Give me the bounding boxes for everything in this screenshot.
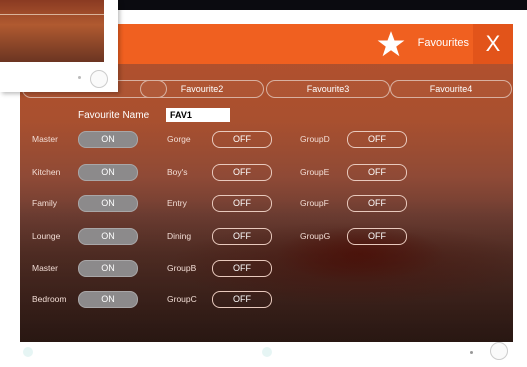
avatar-icon [90,70,108,88]
thumbnail-image [0,0,104,62]
pager-dot [23,347,33,357]
toggle-groupb[interactable]: OFF [212,260,272,277]
toggle-lounge[interactable]: ON [78,228,138,245]
avatar-icon [490,342,508,360]
row-label: Entry [167,198,187,208]
tab-favourite3[interactable]: Favourite3 [266,80,390,98]
top-bezel-bar [118,0,527,10]
row-label: GroupG [300,231,331,241]
toggle-groupe[interactable]: OFF [347,164,407,181]
thumbnail-card [0,0,118,92]
close-button[interactable]: X [473,24,513,64]
pager-dot [262,347,272,357]
row-label: Master [32,134,58,144]
toggle-bedroom[interactable]: ON [78,291,138,308]
row-label: Kitchen [32,167,61,177]
row-label: GroupE [300,167,330,177]
toggle-groupg[interactable]: OFF [347,228,407,245]
row-label: GroupF [300,198,329,208]
favourite-name-label: Favourite Name [78,110,150,121]
row-label: Master [32,263,58,273]
row-label: GroupD [300,134,330,144]
toggle-groupc[interactable]: OFF [212,291,272,308]
row-label: Boy's [167,167,188,177]
toggle-master-2[interactable]: ON [78,260,138,277]
toggle-entry[interactable]: OFF [212,195,272,212]
row-label: Dining [167,231,192,241]
star-icon [377,31,405,57]
toggle-gorge[interactable]: OFF [212,131,272,148]
row-label: GroupB [167,263,197,273]
row-label: GroupC [167,294,197,304]
row-label: Family [32,198,58,208]
tab-favourite2[interactable]: Favourite2 [140,80,264,98]
thumbnail-divider [0,14,104,15]
close-icon: X [485,31,501,56]
row-label: Bedroom [32,294,67,304]
favourite-name-input[interactable] [166,108,230,122]
row-label: Gorge [167,134,191,144]
toggle-family[interactable]: ON [78,195,138,212]
toggle-boys[interactable]: OFF [212,164,272,181]
page-title: Favourites [417,37,469,49]
row-label: Lounge [32,231,61,241]
toggle-groupf[interactable]: OFF [347,195,407,212]
tab-favourite4[interactable]: Favourite4 [390,80,512,98]
toggle-groupd[interactable]: OFF [347,131,407,148]
thumbnail-dot [78,76,81,79]
small-dot [470,351,473,354]
toggle-dining[interactable]: OFF [212,228,272,245]
toggle-master-1[interactable]: ON [78,131,138,148]
toggle-kitchen[interactable]: ON [78,164,138,181]
